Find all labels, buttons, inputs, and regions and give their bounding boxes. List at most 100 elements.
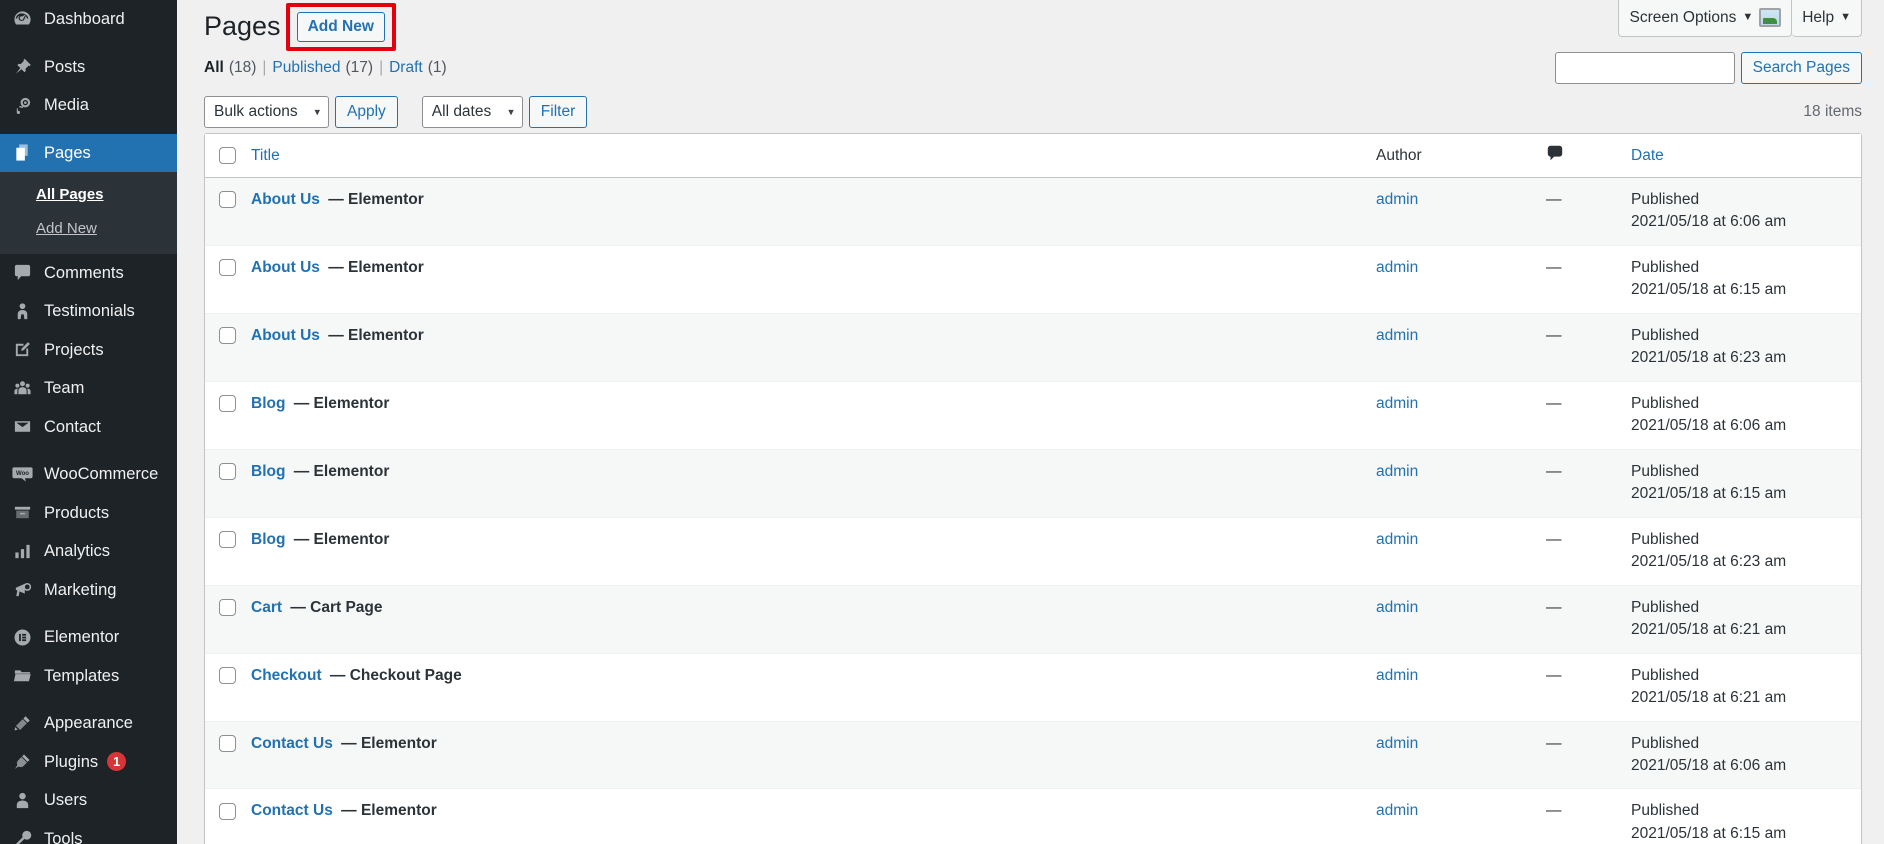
row-author-cell: admin [1376,380,1546,449]
row-status: Published [1631,734,1700,752]
row-date: 2021/05/18 at 6:21 am [1631,621,1787,639]
search-pages-button[interactable]: Search Pages [1740,52,1862,84]
main-content-area: Screen Options ▼ Help ▼ Pages Add New Al… [177,0,1884,844]
author-link[interactable]: admin [1376,259,1418,276]
sidebar-separator [0,125,177,134]
sidebar-item-comments[interactable]: Comments [0,254,177,293]
sidebar-item-pages[interactable]: Pages [0,133,177,172]
page-title-link[interactable]: About Us [251,259,320,276]
row-checkbox[interactable] [219,191,236,209]
page-title-link[interactable]: Blog [251,531,285,548]
sidebar-item-elementor[interactable]: Elementor [0,618,177,657]
view-all-link[interactable]: All [204,52,224,83]
page-title-link[interactable]: Contact Us [251,735,333,752]
row-status: Published [1631,394,1700,412]
row-title-cell: About Us — Elementor [251,244,1376,313]
pages-icon [12,142,33,163]
dates-select[interactable]: All dates [421,96,523,128]
sidebar-item-products[interactable]: Products [0,494,177,533]
add-new-button[interactable]: Add New [296,11,385,43]
page-template-state: — Elementor [336,734,437,752]
apply-button[interactable]: Apply [335,96,398,128]
tools-icon [12,828,33,844]
page-title-link[interactable]: Contact Us [251,802,333,819]
select-all-header [205,134,251,178]
chevron-down-icon: ▼ [1840,11,1851,23]
submenu-item-all-pages[interactable]: All Pages [0,178,177,212]
bulk-actions-select[interactable]: Bulk actions [204,96,329,128]
row-author-cell: admin [1376,448,1546,517]
sort-by-title-link[interactable]: Title [251,147,280,164]
sidebar-item-label: Analytics [44,542,111,560]
row-date: 2021/05/18 at 6:06 am [1631,756,1787,774]
page-title-link[interactable]: About Us [251,327,320,344]
sidebar-item-analytics[interactable]: Analytics [0,532,177,571]
row-checkbox[interactable] [219,734,236,752]
sidebar-item-appearance[interactable]: Appearance [0,704,177,743]
sidebar-item-marketing[interactable]: Marketing [0,571,177,610]
sidebar-item-tools[interactable]: Tools [0,820,177,844]
filter-button[interactable]: Filter [528,96,588,128]
sidebar-item-users[interactable]: Users [0,781,177,820]
row-author-cell: admin [1376,788,1546,844]
row-date-cell: Published 2021/05/18 at 6:06 am [1631,380,1861,449]
sidebar-item-team[interactable]: Team [0,369,177,408]
page-title-link[interactable]: Cart [251,599,282,616]
sidebar-item-woocommerce[interactable]: Woo WooCommerce [0,455,177,494]
row-author-cell: admin [1376,312,1546,381]
author-link[interactable]: admin [1376,191,1418,208]
screen-options-button[interactable]: Screen Options ▼ [1618,0,1793,37]
author-link[interactable]: admin [1376,667,1418,684]
help-button[interactable]: Help ▼ [1792,0,1862,37]
separator: | [262,59,267,76]
sidebar-item-contact[interactable]: Contact [0,408,177,447]
page-title-link[interactable]: Checkout [251,667,322,684]
author-link[interactable]: admin [1376,463,1418,480]
row-checkbox[interactable] [219,327,236,345]
row-date: 2021/05/18 at 6:23 am [1631,349,1787,367]
page-template-state: — Elementor [323,326,424,344]
row-comments-cell: — [1546,178,1631,245]
row-status: Published [1631,258,1700,276]
person-tie-icon [12,301,33,322]
folder-icon [12,665,33,686]
screen-meta-links: Screen Options ▼ Help ▼ [1618,0,1862,37]
row-checkbox[interactable] [219,463,236,481]
sidebar-separator [0,609,177,618]
select-all-checkbox[interactable] [219,146,236,164]
view-draft-count: (1) [427,59,447,76]
sidebar-item-testimonials[interactable]: Testimonials [0,292,177,331]
page-title-link[interactable]: Blog [251,463,285,480]
author-link[interactable]: admin [1376,802,1418,819]
author-link[interactable]: admin [1376,531,1418,548]
sidebar-item-label: Testimonials [44,302,135,320]
view-published-link[interactable]: Published [272,52,340,83]
row-checkbox[interactable] [219,666,236,684]
sort-by-date-link[interactable]: Date [1631,147,1664,164]
add-new-highlight-box: Add New [285,2,396,52]
sidebar-item-templates[interactable]: Templates [0,657,177,696]
row-checkbox[interactable] [219,599,236,617]
sidebar-item-media[interactable]: Media [0,86,177,125]
row-checkbox[interactable] [219,259,236,277]
table-row: Blog — Elementor admin — Published 2021/05/1… [205,516,1861,585]
page-title-link[interactable]: Blog [251,395,285,412]
row-checkbox[interactable] [219,531,236,549]
author-link[interactable]: admin [1376,395,1418,412]
sidebar-item-posts[interactable]: Posts [0,48,177,87]
sidebar-item-projects[interactable]: Projects [0,331,177,370]
row-checkbox[interactable] [219,395,236,413]
author-link[interactable]: admin [1376,599,1418,616]
submenu-item-add-new[interactable]: Add New [0,212,177,246]
author-link[interactable]: admin [1376,735,1418,752]
table-head: Title Author Date [205,134,1861,178]
row-checkbox[interactable] [219,802,236,820]
chevron-down-icon: ▼ [1742,11,1754,23]
author-link[interactable]: admin [1376,327,1418,344]
view-draft-link[interactable]: Draft [389,52,423,83]
search-input[interactable] [1554,52,1735,84]
sidebar-item-dashboard[interactable]: Dashboard [0,0,177,39]
row-date-cell: Published 2021/05/18 at 6:15 am [1631,788,1861,844]
sidebar-item-plugins[interactable]: Plugins 1 [0,743,177,782]
page-title-link[interactable]: About Us [251,191,320,208]
